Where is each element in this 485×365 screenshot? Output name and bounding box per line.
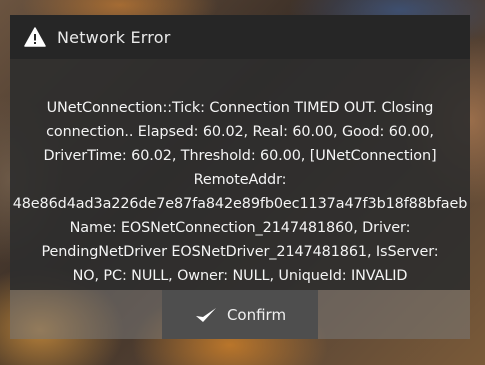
dialog-title-bar: Network Error [10,15,470,59]
dialog-title: Network Error [57,27,171,47]
network-error-dialog: Network Error UNetConnection::Tick: Conn… [10,15,470,351]
confirm-button[interactable]: Confirm [162,290,318,339]
checkmark-icon [195,307,216,322]
confirm-button-label: Confirm [226,305,287,324]
warning-icon [24,27,46,47]
dialog-footer: Confirm [10,290,470,339]
error-message: UNetConnection::Tick: Connection TIMED O… [12,100,468,284]
dialog-body: UNetConnection::Tick: Connection TIMED O… [10,59,470,290]
